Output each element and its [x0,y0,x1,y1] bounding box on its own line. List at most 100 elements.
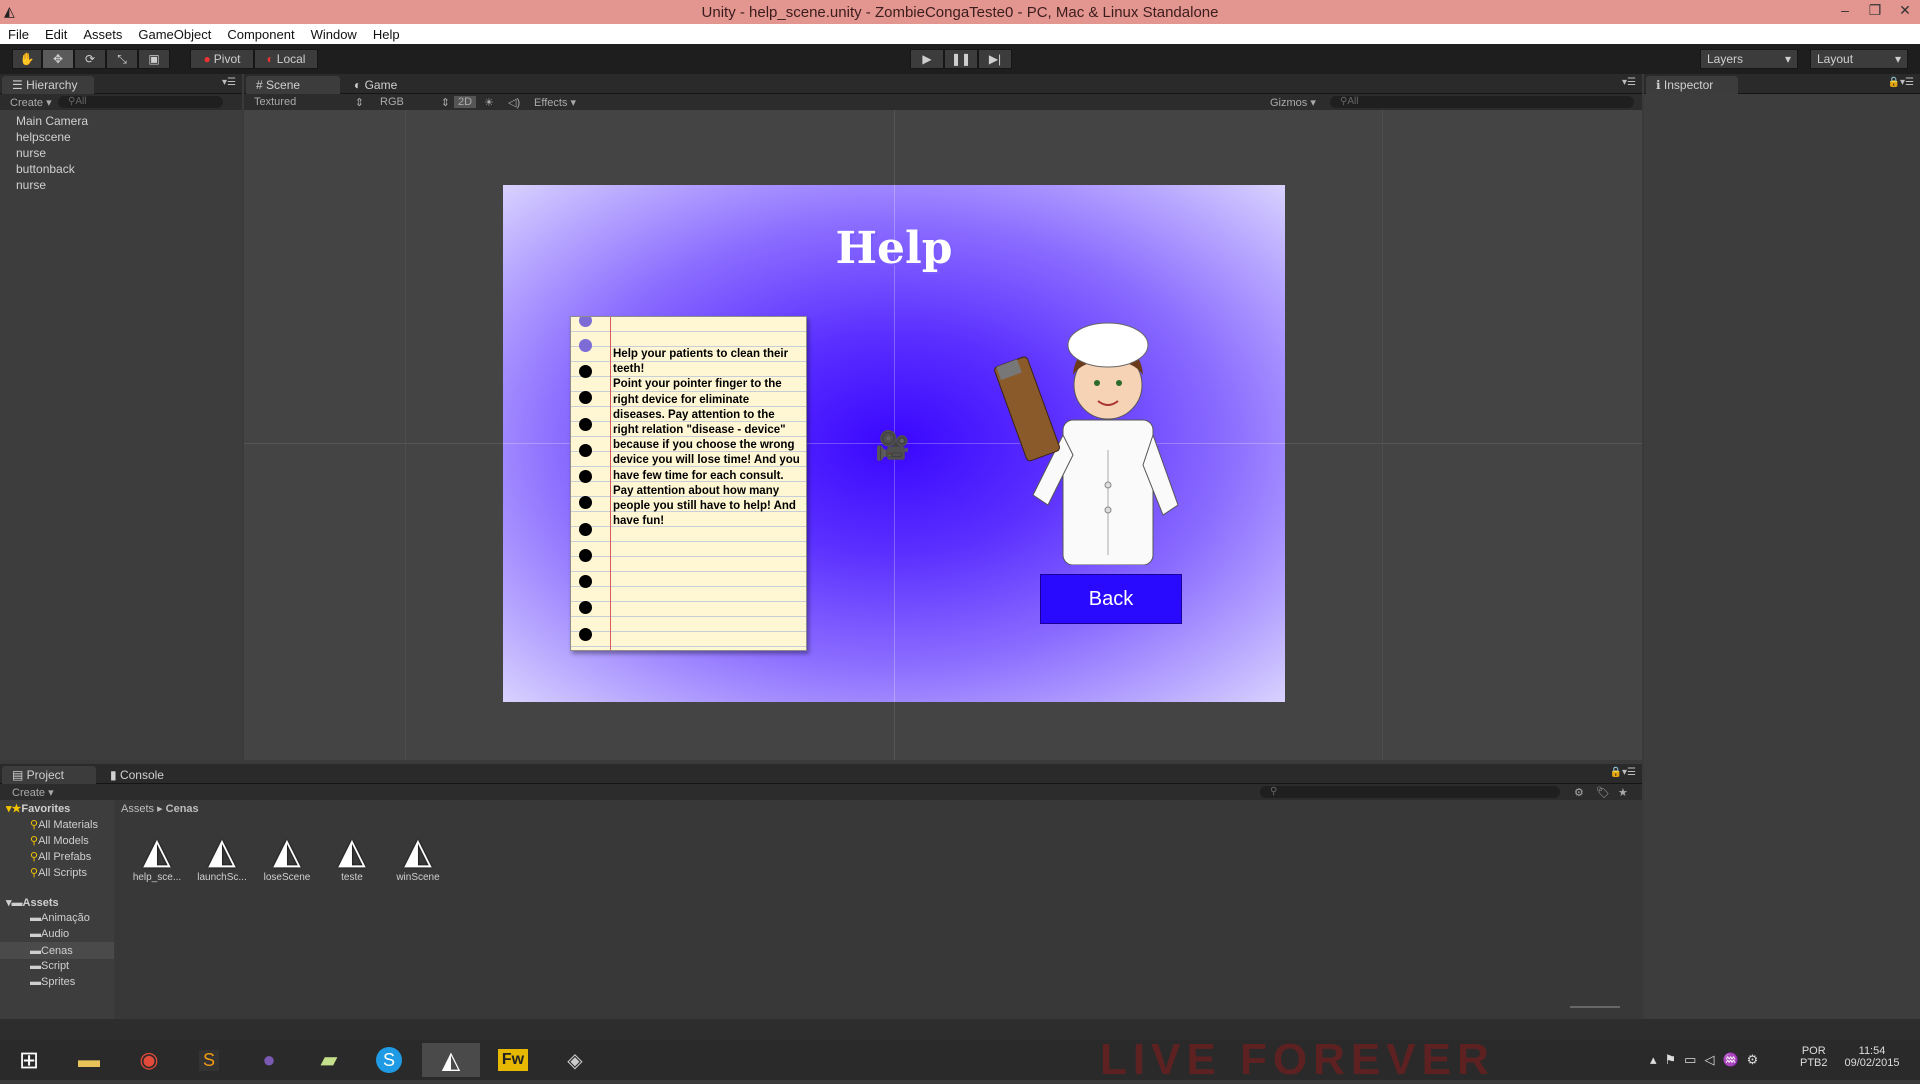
gizmos-dropdown[interactable]: Gizmos ▾ [1270,96,1316,109]
effects-dropdown[interactable]: Effects ▾ [534,96,576,109]
taskbar-skype[interactable]: S [360,1043,418,1077]
zoom-slider[interactable] [1570,1006,1620,1008]
folder-item-selected[interactable]: ▬ Cenas [0,942,114,959]
local-label: Local [276,52,306,66]
favorite-item[interactable]: ⚲ All Models [30,834,89,848]
pause-icon: ❚❚ [950,52,972,66]
language-indicator[interactable]: POR PTB2 [1800,1045,1828,1069]
scene-asset[interactable]: ◭ teste [322,830,382,883]
hand-tool-button[interactable]: ✋ [12,49,42,69]
tab-inspector[interactable]: ℹ Inspector [1646,76,1738,94]
favorite-item[interactable]: ⚲ All Prefabs [30,850,91,864]
notepad-hole [579,470,592,483]
start-button[interactable]: ⊞ [0,1043,58,1077]
folder-item[interactable]: ▬ Audio [30,928,69,940]
tab-scene[interactable]: # Scene [246,76,340,94]
lighting-toggle-icon[interactable]: ☀ [484,96,494,109]
tray-icons[interactable]: ▴⚑▭◁♒⚙ [1650,1052,1766,1068]
panel-menu-icon[interactable]: 🔒▾☰ [1888,77,1914,88]
tab-game[interactable]: ◐ Game [344,76,424,94]
2d-toggle[interactable]: 2D [454,96,477,108]
menu-assets[interactable]: Assets [75,27,130,42]
minimize-button[interactable]: – [1830,0,1860,22]
menu-gameobject[interactable]: GameObject [130,27,219,42]
menu-help[interactable]: Help [365,27,408,42]
folder-icon: ▬ [78,1047,100,1072]
close-button[interactable]: ✕ [1890,0,1920,22]
folder-label: Audio [41,928,70,940]
back-button[interactable]: Back [1040,574,1182,624]
taskbar-other[interactable]: ◈ [546,1043,604,1077]
panel-menu-icon[interactable]: ▾☰ [1622,77,1636,88]
hierarchy-item[interactable]: helpscene [16,130,71,144]
step-button[interactable]: ▶| [978,49,1012,69]
menu-window[interactable]: Window [303,27,365,42]
panel-menu-icon[interactable]: 🔒▾☰ [1610,767,1636,778]
layout-dropdown[interactable]: Layout ▾ [1810,49,1908,69]
audio-toggle-icon[interactable]: ◁) [508,96,520,109]
project-tree-panel: ▾★ Favorites ⚲ All Materials ⚲ All Model… [0,800,114,1019]
fireworks-icon: Fw [497,1049,529,1071]
layers-dropdown[interactable]: Layers ▾ [1700,49,1798,69]
tab-hierarchy[interactable]: ☰ Hierarchy [2,76,94,94]
taskbar-eclipse[interactable]: ● [240,1043,298,1077]
inspector-panel [1644,94,1920,1019]
project-create-button[interactable]: Create ▾ [0,786,100,799]
taskbar-files[interactable]: ▰ [300,1043,358,1077]
scene-asset[interactable]: ◭ launchSc... [192,830,252,883]
taskbar-chrome[interactable]: ◉ [120,1043,178,1077]
tab-project[interactable]: ▤ Project [2,766,96,784]
folder-label: Animação [41,912,90,924]
local-toggle[interactable]: ◐ Local [254,49,318,69]
camera-gizmo-icon: 🎥 [875,430,910,461]
filter-type-icon[interactable]: ⚙ [1574,786,1584,799]
maximize-button[interactable]: ❐ [1860,0,1890,22]
hierarchy-create-button[interactable]: Create ▾ [0,96,58,109]
scene-asset[interactable]: ◭ winScene [388,830,448,883]
hierarchy-item[interactable]: buttonback [16,162,75,176]
menu-component[interactable]: Component [219,27,302,42]
hierarchy-item[interactable]: nurse [16,146,46,160]
scene-asset[interactable]: ◭ loseScene [257,830,317,883]
clock[interactable]: 11:54 09/02/2015 [1842,1045,1902,1069]
assets-header[interactable]: ▾▬ Assets [6,896,59,910]
hierarchy-item[interactable]: Main Camera [16,114,88,128]
pause-button[interactable]: ❚❚ [944,49,978,69]
folder-item[interactable]: ▬ Sprites [30,976,75,988]
favorite-item[interactable]: ⚲ All Materials [30,818,98,832]
move-tool-button[interactable]: ✥ [42,49,74,69]
project-search-input[interactable]: ⚲ [1260,786,1560,798]
clock-date: 09/02/2015 [1844,1057,1900,1069]
pivot-toggle[interactable]: ● Pivot [190,49,254,69]
play-icon: ▶ [922,52,932,66]
menu-file[interactable]: File [0,27,37,42]
hierarchy-item[interactable]: nurse [16,178,46,192]
scale-tool-button[interactable]: ⤡ [106,49,138,69]
folder-item[interactable]: ▬ Script [30,960,69,972]
favorite-label: All Scripts [38,866,87,879]
play-button[interactable]: ▶ [910,49,944,69]
scene-asset[interactable]: ◭ help_sce... [127,830,187,883]
favorite-item[interactable]: ⚲ All Scripts [30,866,87,880]
menu-edit[interactable]: Edit [37,27,75,42]
taskbar-unity[interactable]: ◭ [422,1043,480,1077]
rect-tool-button[interactable]: ▣ [138,49,170,69]
breadcrumb-item[interactable]: Assets [121,803,154,815]
color-mode-dropdown[interactable]: RGB ⇕ [380,96,450,109]
main-toolbar: ✋ ✥ ⟳ ⤡ ▣ ● Pivot ◐ Local ▶ ❚❚ ▶| Layers ▾ … [0,44,1920,74]
favorites-header[interactable]: ▾★ Favorites [6,802,70,816]
render-mode-dropdown[interactable]: Textured ⇕ [254,96,364,109]
notepad-hole [579,444,592,457]
tab-console[interactable]: ▮ Console [100,766,180,784]
folder-item[interactable]: ▬ Animação [30,912,90,924]
taskbar-sublime[interactable]: S [180,1043,238,1077]
breadcrumb-item[interactable]: Cenas [166,803,199,815]
taskbar-explorer[interactable]: ▬ [60,1043,118,1077]
filter-label-icon[interactable]: 🏷 [1596,786,1610,799]
panel-menu-icon[interactable]: ▾☰ [222,77,236,88]
scene-search-input[interactable]: ⚲All [1330,96,1634,108]
rotate-tool-button[interactable]: ⟳ [74,49,106,69]
hierarchy-search-input[interactable]: ⚲All [58,96,223,108]
taskbar-fireworks[interactable]: Fw [484,1043,542,1077]
favorite-star-icon[interactable]: ★ [1618,786,1628,799]
